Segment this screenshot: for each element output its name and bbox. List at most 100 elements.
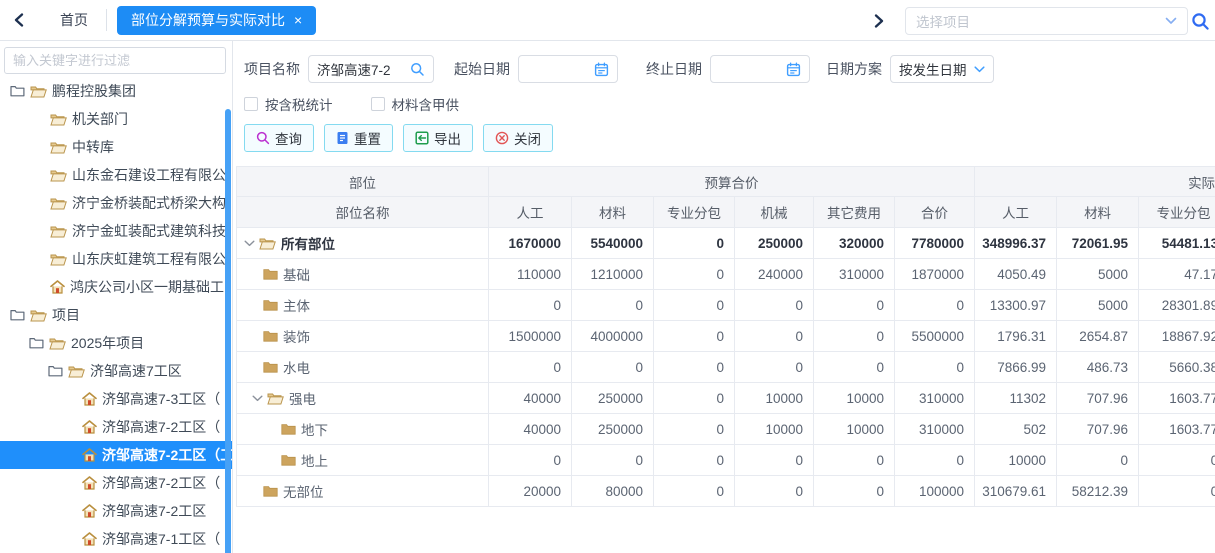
checkbox-1[interactable]: 材料含甲供 <box>371 94 460 114</box>
tree-item-org-8[interactable]: 项目 <box>0 301 232 329</box>
value-cell: 80000 <box>572 476 654 507</box>
value-cell: 0 <box>654 445 735 476</box>
tree-item-label: 济邹高速7-1工区（ <box>102 529 220 549</box>
value-cell: 240000 <box>735 259 814 290</box>
group-header-part: 部位 <box>237 167 489 197</box>
value-cell: 7780000 <box>895 228 975 259</box>
value-cell: 0 <box>489 445 572 476</box>
search-icon[interactable] <box>1188 9 1212 33</box>
collapse-chevron-icon[interactable] <box>252 395 263 402</box>
tree-item-label: 项目 <box>52 305 80 325</box>
tree-item-project-12[interactable]: 济邹高速7-2工区（ <box>0 413 232 441</box>
tree-item-org-6[interactable]: 山东庆虹建筑工程有限公 <box>0 245 232 273</box>
table-row-所有部位[interactable]: 所有部位167000055400000250000320000778000034… <box>237 228 1215 259</box>
start-date-field[interactable] <box>518 55 618 83</box>
calendar-icon[interactable] <box>786 62 801 77</box>
tree-item-label: 济邹高速7工区 <box>90 361 182 381</box>
table-row-地下[interactable]: 地下4000025000001000010000310000502707.961… <box>237 414 1215 445</box>
tree-item-org-1[interactable]: 机关部门 <box>0 105 232 133</box>
value-cell: 40000 <box>489 383 572 414</box>
reset-button[interactable]: 重置 <box>324 124 393 152</box>
sidebar-scrollbar[interactable] <box>225 109 231 553</box>
value-cell: 0 <box>654 476 735 507</box>
calendar-icon[interactable] <box>594 62 609 77</box>
value-cell: 0 <box>572 445 654 476</box>
end-date-field[interactable] <box>710 55 810 83</box>
value-cell: 320000 <box>814 228 895 259</box>
back-icon[interactable] <box>8 9 30 31</box>
folder-icon <box>263 330 278 342</box>
value-cell: 18867.92 <box>1139 321 1215 352</box>
column-header-4: 机械 <box>735 197 814 228</box>
filter-form: 项目名称 起始日期 终止日期 <box>244 55 1215 83</box>
tab-home[interactable]: 首页 <box>46 0 102 40</box>
tree-item-org-9[interactable]: 2025年项目 <box>0 329 232 357</box>
tree-item-project-13[interactable]: 济邹高速7-2工区（工 <box>0 441 232 469</box>
project-name-field[interactable] <box>308 55 434 83</box>
tree-item-org-5[interactable]: 济宁金虹装配式建筑科技 <box>0 217 232 245</box>
table-row-无部位[interactable]: 无部位2000080000000100000310679.6158212.390 <box>237 476 1215 507</box>
house-icon <box>82 448 97 462</box>
tree-expander-icon[interactable] <box>29 337 44 349</box>
value-cell: 0 <box>735 290 814 321</box>
value-cell: 0 <box>735 321 814 352</box>
close-button[interactable]: 关闭 <box>483 124 553 152</box>
tree-item-label: 济邹高速7-3工区（ <box>102 389 220 409</box>
start-date-input[interactable] <box>527 62 590 77</box>
table-row-强电[interactable]: 强电400002500000100001000031000011302707.9… <box>237 383 1215 414</box>
value-cell: 2654.87 <box>1057 321 1139 352</box>
project-name-input[interactable] <box>317 62 406 77</box>
table-row-装饰[interactable]: 装饰1500000400000000055000001796.312654.87… <box>237 321 1215 352</box>
checkbox-box-icon[interactable] <box>244 97 258 111</box>
folder-icon <box>263 299 278 311</box>
table-row-基础[interactable]: 基础1100001210000024000031000018700004050.… <box>237 259 1215 290</box>
tree-filter-input[interactable] <box>4 47 226 74</box>
tree-item-org-10[interactable]: 济邹高速7工区 <box>0 357 232 385</box>
value-cell: 486.73 <box>1057 352 1139 383</box>
tree-item-project-7[interactable]: 鸿庆公司小区一期基础工 <box>0 273 232 301</box>
value-cell: 0 <box>654 228 735 259</box>
tree-item-org-2[interactable]: 中转库 <box>0 133 232 161</box>
checkbox-label: 按含税统计 <box>265 94 333 114</box>
folder-open-icon <box>50 253 67 266</box>
end-date-input[interactable] <box>719 62 782 77</box>
table-row-主体[interactable]: 主体00000013300.97500028301.89 <box>237 290 1215 321</box>
tree-item-org-0[interactable]: 鹏程控股集团 <box>0 77 232 105</box>
tab-close-icon[interactable]: × <box>294 13 302 27</box>
checkbox-0[interactable]: 按含税统计 <box>244 94 333 114</box>
collapse-chevron-icon[interactable] <box>244 240 255 247</box>
table-row-地上[interactable]: 地上0000001000000 <box>237 445 1215 476</box>
search-icon[interactable] <box>410 62 425 77</box>
tree-expander-icon[interactable] <box>48 365 63 377</box>
tree-expander-icon[interactable] <box>10 85 25 97</box>
value-cell: 58212.39 <box>1057 476 1139 507</box>
value-cell: 10000 <box>735 383 814 414</box>
folder-icon <box>263 485 278 497</box>
value-cell: 0 <box>895 290 975 321</box>
table-row-水电[interactable]: 水电0000007866.99486.735660.38 <box>237 352 1215 383</box>
house-icon <box>82 392 97 406</box>
house-icon <box>82 504 97 518</box>
value-cell: 7866.99 <box>975 352 1057 383</box>
tree-item-project-15[interactable]: 济邹高速7-2工区 <box>0 497 232 525</box>
search-button[interactable]: 查询 <box>244 124 314 152</box>
value-cell: 250000 <box>572 383 654 414</box>
value-cell: 72061.95 <box>1057 228 1139 259</box>
tab-divider <box>106 9 107 31</box>
folder-icon <box>281 423 296 435</box>
tree-item-project-16[interactable]: 济邹高速7-1工区（ <box>0 525 232 553</box>
project-select[interactable]: 选择项目 <box>905 7 1188 35</box>
tree-item-project-11[interactable]: 济邹高速7-3工区（ <box>0 385 232 413</box>
tab-active[interactable]: 部位分解预算与实际对比 × <box>117 6 316 35</box>
tree-expander-icon[interactable] <box>10 309 25 321</box>
folder-open-icon <box>30 85 47 98</box>
forward-icon[interactable] <box>868 10 890 32</box>
tree-item-org-4[interactable]: 济宁金桥装配式桥梁大构 <box>0 189 232 217</box>
part-name-cell: 装饰 <box>237 321 489 352</box>
checkbox-box-icon[interactable] <box>371 97 385 111</box>
date-plan-select[interactable]: 按发生日期 <box>890 55 994 83</box>
export-button[interactable]: 导出 <box>403 124 473 152</box>
column-header-7: 人工 <box>975 197 1057 228</box>
tree-item-project-14[interactable]: 济邹高速7-2工区（ <box>0 469 232 497</box>
tree-item-org-3[interactable]: 山东金石建设工程有限公 <box>0 161 232 189</box>
